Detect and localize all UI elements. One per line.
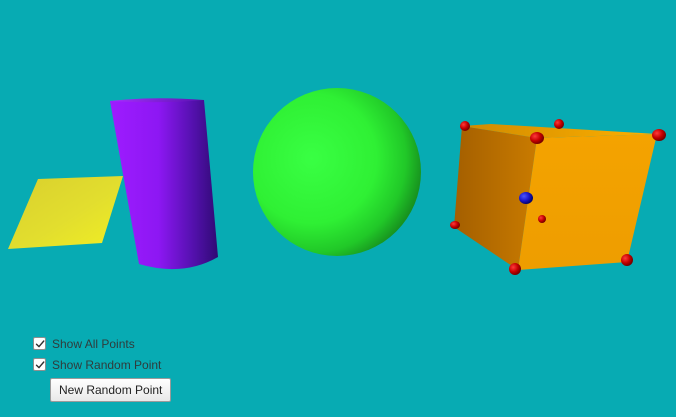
check-icon bbox=[35, 339, 44, 347]
vertex-point bbox=[509, 263, 521, 275]
show-random-point-label: Show Random Point bbox=[52, 357, 162, 372]
cube-front-face bbox=[518, 134, 657, 270]
vertex-point bbox=[450, 221, 460, 229]
sphere-object bbox=[253, 88, 421, 256]
show-random-point-toggle[interactable]: Show Random Point bbox=[33, 354, 253, 375]
show-all-points-toggle[interactable]: Show All Points bbox=[33, 333, 253, 354]
vertex-point bbox=[652, 129, 666, 141]
vertex-point bbox=[621, 254, 633, 266]
random-point bbox=[519, 192, 533, 204]
3d-viewport[interactable]: Show All Points Show Random Point New Ra… bbox=[0, 0, 676, 417]
show-all-points-checkbox[interactable] bbox=[33, 337, 46, 350]
cylinder-object bbox=[110, 98, 218, 270]
vertex-point bbox=[530, 132, 544, 144]
controls-panel: Show All Points Show Random Point New Ra… bbox=[33, 333, 253, 402]
plane-object bbox=[8, 176, 123, 249]
vertex-point bbox=[538, 215, 546, 223]
check-icon bbox=[35, 360, 44, 368]
show-all-points-label: Show All Points bbox=[52, 336, 135, 351]
new-random-point-button[interactable]: New Random Point bbox=[50, 378, 172, 402]
vertex-point bbox=[554, 119, 564, 129]
cube-object bbox=[450, 119, 666, 275]
vertex-point bbox=[460, 121, 470, 131]
show-random-point-checkbox[interactable] bbox=[33, 358, 46, 371]
cylinder-side bbox=[110, 100, 218, 270]
